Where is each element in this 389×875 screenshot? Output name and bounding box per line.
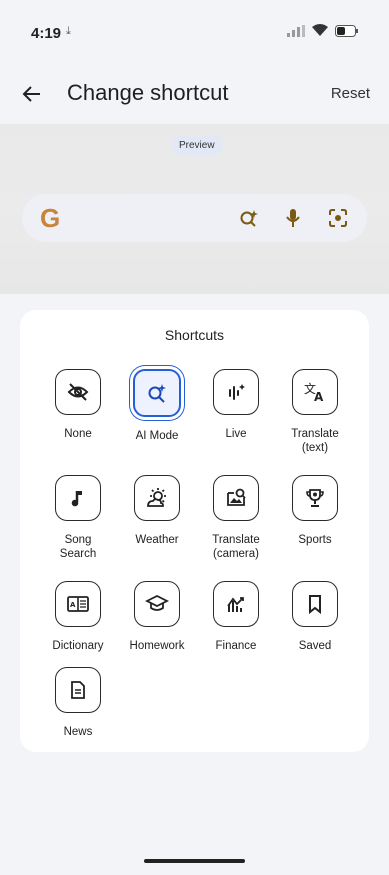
shortcut-label: Saved <box>298 640 332 652</box>
shortcut-label: Translate (camera) <box>212 534 260 560</box>
shortcut-saved[interactable]: Saved <box>275 581 355 653</box>
home-indicator[interactable] <box>144 859 245 863</box>
back-button[interactable] <box>16 78 48 110</box>
shortcut-finance[interactable]: Finance <box>196 581 276 653</box>
shortcut-live[interactable]: Live <box>196 369 276 441</box>
live-wave-icon <box>229 384 245 400</box>
sheet-title: Shortcuts <box>164 327 225 343</box>
shortcut-homework-box[interactable] <box>134 581 180 627</box>
shortcut-news[interactable]: News <box>38 667 118 739</box>
shortcut-translate-text-box[interactable]: 文 A <box>292 369 338 415</box>
shortcut-dictionary[interactable]: A Dictionary <box>38 581 118 653</box>
status-bar: 4:19 ⤓ <box>0 0 389 56</box>
shortcut-label: Song Search <box>59 534 97 560</box>
download-icon: ⤓ <box>66 25 71 37</box>
shortcut-label: None <box>64 428 92 440</box>
finance-chart-icon <box>227 597 244 612</box>
signal-icon <box>287 24 305 37</box>
lens-camera-icon <box>327 207 349 229</box>
shortcut-finance-box[interactable] <box>213 581 259 627</box>
shortcut-weather[interactable]: Weather <box>117 475 197 547</box>
news-icon <box>71 681 85 699</box>
eye-off-icon <box>67 383 89 401</box>
shortcut-dictionary-box[interactable]: A <box>55 581 101 627</box>
status-time: 4:19 <box>31 25 62 42</box>
shortcut-live-box[interactable] <box>213 369 259 415</box>
shortcut-label: News <box>63 726 93 738</box>
shortcut-label: Dictionary <box>52 640 104 652</box>
bookmark-icon <box>309 595 321 614</box>
shortcut-none[interactable]: None <box>38 369 118 441</box>
shortcut-translate-camera[interactable]: Translate (camera) <box>196 475 276 561</box>
shortcut-translate-camera-box[interactable] <box>213 475 259 521</box>
translate-icon: 文 A <box>304 381 324 403</box>
shortcut-homework[interactable]: Homework <box>117 581 197 653</box>
shortcut-label: AI Mode <box>135 430 179 442</box>
shortcut-sports[interactable]: Sports <box>275 475 355 547</box>
shortcut-news-box[interactable] <box>55 667 101 713</box>
page-title: Change shortcut <box>67 80 229 105</box>
weather-icon <box>147 488 166 507</box>
shortcut-label: Weather <box>135 534 179 546</box>
reset-button[interactable]: Reset <box>331 85 370 102</box>
microphone-icon <box>282 207 304 229</box>
arrow-back-icon <box>22 86 40 102</box>
music-note-icon <box>71 491 82 507</box>
status-icons <box>287 24 359 37</box>
shortcut-none-box[interactable] <box>55 369 101 415</box>
shortcut-song-search-box[interactable] <box>55 475 101 521</box>
shortcut-translate-text[interactable]: 文 A Translate (text) <box>275 369 355 455</box>
battery-icon <box>335 24 358 37</box>
dictionary-icon: A <box>67 596 89 612</box>
shortcut-label: Homework <box>129 640 185 652</box>
preview-chip: Preview <box>171 136 223 155</box>
wifi-icon <box>312 24 328 36</box>
svg-text:A: A <box>70 601 76 609</box>
camera-translate-icon <box>227 488 246 506</box>
shortcut-weather-box[interactable] <box>134 475 180 521</box>
shortcut-saved-box[interactable] <box>292 581 338 627</box>
preview-area: Preview G <box>0 124 389 294</box>
shortcut-sports-box[interactable] <box>292 475 338 521</box>
shortcut-ai-mode[interactable]: AI Mode <box>117 369 197 443</box>
shortcut-ai-mode-box[interactable] <box>133 369 181 417</box>
ai-search-icon <box>148 384 166 403</box>
shortcut-label: Finance <box>215 640 257 652</box>
google-logo: G <box>40 203 61 233</box>
shortcut-label: Sports <box>298 534 332 546</box>
svg-text:A: A <box>314 390 324 403</box>
trophy-icon <box>306 489 324 507</box>
search-bar-preview: G <box>22 194 367 242</box>
shortcut-song-search[interactable]: Song Search <box>38 475 118 561</box>
shortcut-label: Live <box>225 428 247 440</box>
graduation-cap-icon <box>145 594 169 611</box>
app-bar: Change shortcut Reset <box>0 70 389 118</box>
ai-search-icon <box>238 207 260 229</box>
shortcuts-sheet: Shortcuts None AI Mode Live 文 A Translat… <box>20 310 369 752</box>
shortcut-label: Translate (text) <box>291 428 339 454</box>
